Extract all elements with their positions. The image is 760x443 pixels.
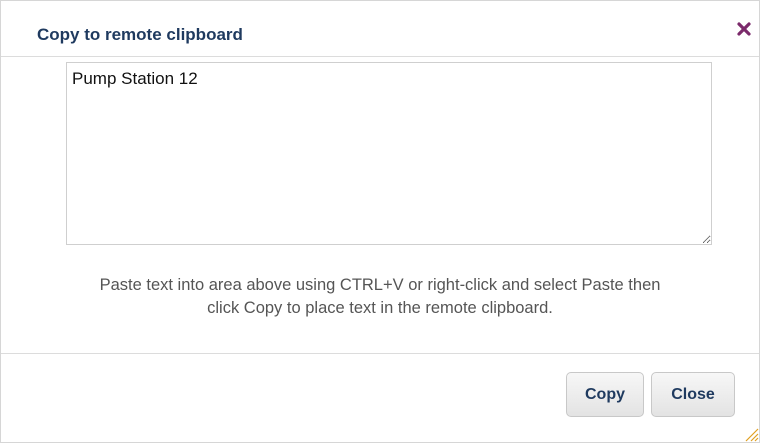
- instructions-line-2: click Copy to place text in the remote c…: [207, 299, 553, 317]
- instructions-text: Paste text into area above using CTRL+V …: [1, 274, 759, 320]
- instructions-line-1: Paste text into area above using CTRL+V …: [99, 276, 661, 294]
- close-x-icon[interactable]: [736, 21, 752, 37]
- copy-to-remote-clipboard-dialog: Copy to remote clipboard Pump Station 12…: [0, 0, 760, 443]
- dialog-title: Copy to remote clipboard: [37, 25, 243, 44]
- copy-button[interactable]: Copy: [566, 372, 644, 417]
- footer-divider: [1, 353, 759, 354]
- dialog-titlebar: Copy to remote clipboard: [1, 1, 759, 57]
- clipboard-textarea-wrapper: Pump Station 12: [66, 62, 712, 245]
- resize-grip-icon[interactable]: [743, 426, 759, 442]
- clipboard-textarea[interactable]: Pump Station 12: [66, 62, 712, 245]
- close-button[interactable]: Close: [651, 372, 735, 417]
